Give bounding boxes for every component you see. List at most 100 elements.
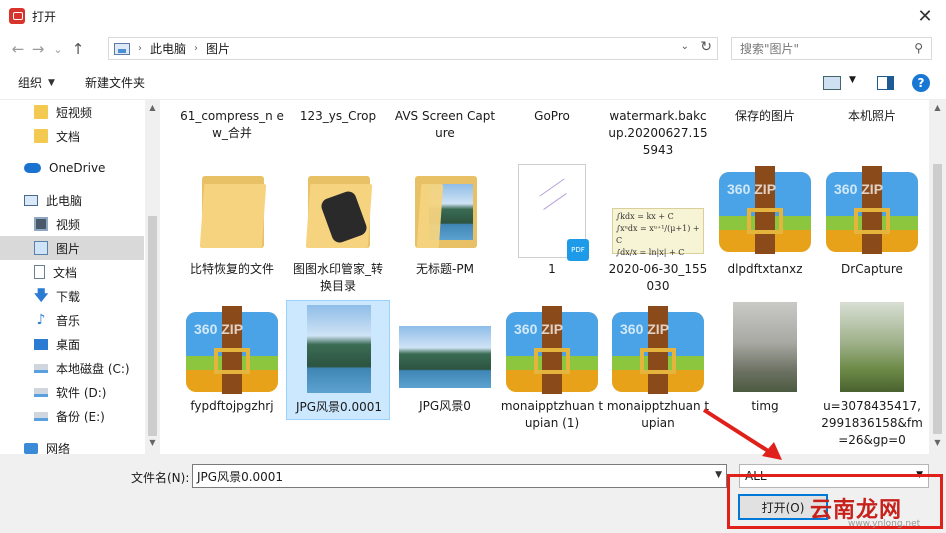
search-placeholder: 搜索"图片": [740, 42, 800, 56]
close-button[interactable]: ✕: [912, 4, 938, 28]
sidebar-item-pictures[interactable]: 图片: [0, 236, 144, 260]
window-title: 打开: [32, 9, 57, 24]
scroll-down-icon[interactable]: ▼: [930, 438, 945, 447]
forward-arrow-icon[interactable]: →: [28, 40, 48, 58]
zip-file-item[interactable]: 360 ZIP fypdftojpgzhrj: [180, 300, 284, 420]
history-dropdown-icon[interactable]: ⌄: [48, 43, 68, 56]
chevron-down-icon[interactable]: ▼: [916, 470, 923, 480]
new-folder-button[interactable]: 新建文件夹: [85, 74, 145, 91]
chevron-right-icon[interactable]: ›: [138, 43, 142, 54]
scroll-up-icon[interactable]: ▲: [145, 103, 160, 112]
dialog-footer: 文件名(N): JPG风景0.0001 ▼ ALL ▼ 打开(O): [0, 454, 946, 533]
zip-file-item[interactable]: 360 ZIP dlpdftxtanxz: [713, 166, 817, 286]
formula-thumbnail: ∫kdx = kx + C ∫xᵘdx = xᵘ⁺¹/(μ+1) + C ∫dx…: [612, 208, 704, 257]
pdf-badge-icon: PDF: [567, 239, 589, 261]
image-thumbnail: [733, 302, 797, 392]
zip-file-item[interactable]: 360 ZIP monaipptzhuan tupian: [606, 300, 710, 430]
sidebar-item-drive-c[interactable]: 本地磁盘 (C:): [0, 356, 144, 380]
image-file-item[interactable]: ∫kdx = kx + C ∫xᵘdx = xᵘ⁺¹/(μ+1) + C ∫dx…: [606, 166, 710, 293]
sidebar-item-downloads[interactable]: 🡇 下载: [0, 284, 144, 308]
folder-item[interactable]: 比特恢复的文件: [180, 166, 284, 286]
sidebar-item-drive-e[interactable]: 备份 (E:): [0, 404, 144, 428]
zip-badge-text: 360 ZIP: [727, 181, 776, 197]
image-file-item[interactable]: JPG风景0: [393, 300, 497, 420]
organize-button[interactable]: 组织 ▼: [18, 74, 55, 91]
folder-item[interactable]: watermark.bakc up.20200627.15 5943: [606, 100, 710, 162]
disk-icon: [34, 387, 48, 397]
breadcrumb-this-pc[interactable]: 此电脑: [150, 40, 186, 57]
disk-icon: [34, 363, 48, 373]
zip-archive-icon: 360 ZIP: [719, 166, 811, 254]
image-thumbnail: [307, 305, 371, 393]
file-type-value: ALL: [745, 469, 767, 483]
preview-pane-icon[interactable]: [877, 76, 894, 90]
folder-icon: [34, 105, 48, 119]
zip-file-item[interactable]: 360 ZIP DrCapture: [820, 166, 924, 286]
sidebar-scrollbar-thumb[interactable]: [148, 216, 157, 436]
folder-item[interactable]: 图图水印管家_转 换目录: [286, 166, 390, 293]
breadcrumb-pictures[interactable]: 图片: [206, 40, 230, 57]
pictures-location-icon: [114, 42, 130, 55]
sidebar-scrollbar[interactable]: ▲ ▼: [145, 100, 160, 454]
sidebar-item-drive-d[interactable]: 软件 (D:): [0, 380, 144, 404]
scroll-down-icon[interactable]: ▼: [145, 438, 160, 447]
app-icon: [9, 8, 25, 24]
cloud-icon: [24, 163, 41, 173]
folder-icon: [199, 176, 267, 248]
filename-input[interactable]: JPG风景0.0001 ▼: [192, 464, 727, 488]
navigation-row: ← → ⌄ ↑ › 此电脑 › 图片 ⌄ ↻ 搜索"图片" ⚲: [0, 32, 946, 66]
file-type-select[interactable]: ALL ▼: [739, 464, 929, 488]
sidebar-item-documents-folder[interactable]: 文档: [0, 124, 144, 148]
filename-value: JPG风景0.0001: [197, 469, 284, 484]
change-view-icon[interactable]: [823, 76, 841, 90]
folder-item[interactable]: GoPro: [500, 100, 604, 162]
view-options-dropdown-icon[interactable]: ▼: [849, 75, 856, 85]
folder-item[interactable]: 61_compress_n ew_合并: [180, 100, 284, 162]
zip-archive-icon: 360 ZIP: [186, 306, 278, 394]
back-arrow-icon[interactable]: ←: [8, 40, 28, 58]
sidebar-item-desktop[interactable]: 桌面: [0, 332, 144, 356]
search-input[interactable]: 搜索"图片" ⚲: [731, 37, 932, 60]
chevron-down-icon[interactable]: ▼: [715, 470, 722, 480]
zip-badge-text: 360 ZIP: [620, 321, 669, 337]
watermark-url: www.ynlong.net: [848, 519, 921, 529]
file-list-scrollbar-thumb[interactable]: [933, 164, 942, 434]
network-icon: [24, 442, 38, 454]
file-list-scrollbar[interactable]: ▲ ▼: [929, 100, 946, 454]
zip-archive-icon: 360 ZIP: [826, 166, 918, 254]
sidebar-item-this-pc[interactable]: 此电脑: [0, 188, 144, 212]
search-icon[interactable]: ⚲: [914, 41, 923, 55]
image-thumbnail: [399, 326, 491, 388]
organize-label: 组织: [18, 76, 43, 90]
folder-item[interactable]: 无标题-PM: [393, 166, 497, 286]
folder-item[interactable]: AVS Screen Capture: [393, 100, 497, 162]
sidebar-item-network[interactable]: 网络: [0, 436, 144, 454]
folder-item[interactable]: 保存的图片: [713, 100, 817, 162]
address-bar[interactable]: › 此电脑 › 图片 ⌄ ↻: [108, 37, 718, 60]
scroll-up-icon[interactable]: ▲: [930, 103, 945, 112]
chevron-down-icon[interactable]: ⌄: [681, 41, 689, 52]
sidebar-item-music[interactable]: ♪ 音乐: [0, 308, 144, 332]
refresh-icon[interactable]: ↻: [700, 39, 712, 55]
folder-item[interactable]: 123_ys_Crop: [286, 100, 390, 162]
image-file-item-selected[interactable]: JPG风景0.0001: [286, 300, 390, 420]
chevron-right-icon[interactable]: ›: [194, 43, 198, 54]
up-arrow-icon[interactable]: ↑: [68, 40, 88, 58]
image-file-item[interactable]: u=3078435417, 2991836158&fm =26&gp=0: [820, 300, 924, 447]
folder-icon: [415, 176, 477, 248]
sidebar-item-documents[interactable]: 文档: [0, 260, 144, 284]
title-bar: 打开 ✕: [0, 0, 946, 32]
video-icon: [34, 217, 48, 231]
help-icon[interactable]: ?: [912, 74, 930, 92]
sidebar-item-videos[interactable]: 视频: [0, 212, 144, 236]
download-icon: 🡇: [34, 288, 49, 304]
image-file-item[interactable]: timg: [713, 300, 817, 420]
zip-file-item[interactable]: 360 ZIP monaipptzhuan tupian (1): [500, 300, 604, 430]
disk-icon: [34, 411, 48, 421]
toolbar: 组织 ▼ 新建文件夹 ▼ ?: [0, 66, 946, 100]
folder-item[interactable]: 本机照片: [820, 100, 924, 162]
sidebar-item-short-video[interactable]: 短视频: [0, 100, 144, 124]
pictures-icon: [34, 241, 48, 255]
zip-archive-icon: 360 ZIP: [506, 306, 598, 394]
sidebar-item-onedrive[interactable]: OneDrive: [0, 156, 144, 180]
